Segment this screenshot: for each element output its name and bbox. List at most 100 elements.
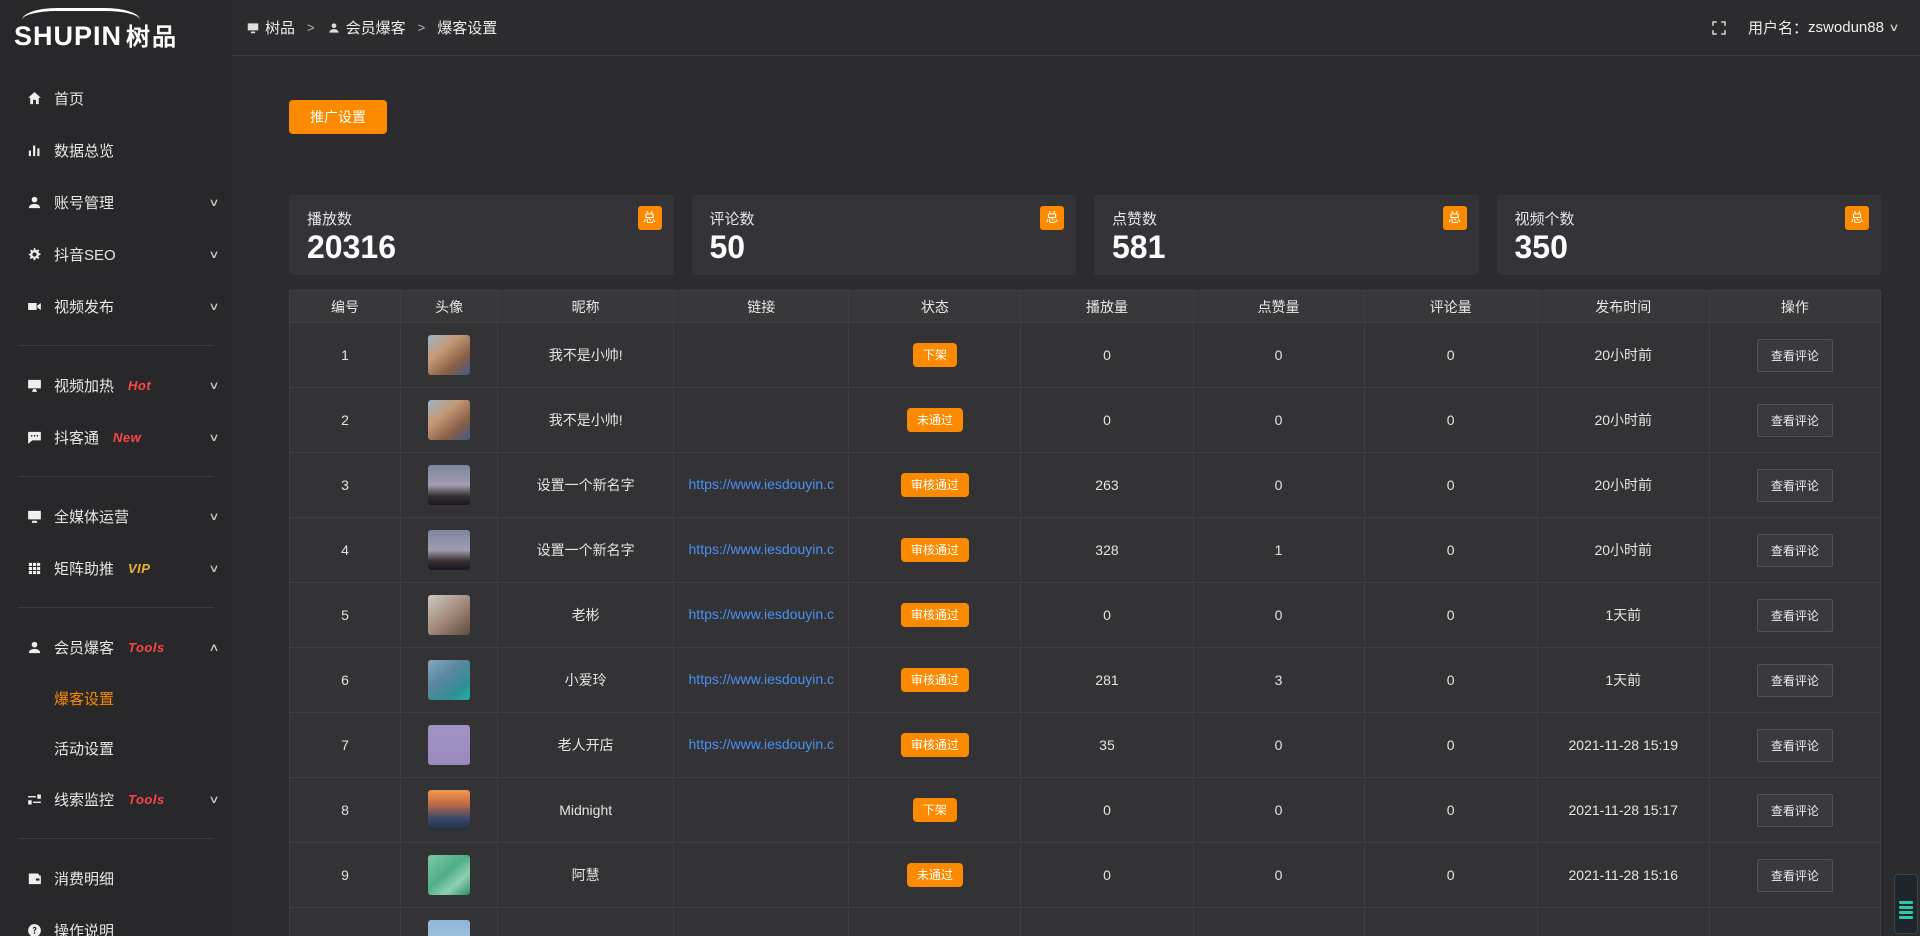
chat-bubble-icon bbox=[28, 431, 41, 443]
cell-comments: 0 bbox=[1364, 323, 1537, 388]
view-comments-button[interactable]: 查看评论 bbox=[1757, 404, 1833, 437]
chevron-icon: ∨ bbox=[208, 793, 219, 806]
cell-plays: 263 bbox=[1021, 453, 1193, 518]
view-comments-button[interactable]: 查看评论 bbox=[1757, 469, 1833, 502]
breadcrumb-item-member[interactable]: 会员爆客 bbox=[327, 17, 406, 38]
cell-comments: 0 bbox=[1364, 843, 1537, 908]
cell-no: 3 bbox=[290, 453, 401, 518]
sidebar-item[interactable]: 爆客设置 bbox=[0, 673, 232, 723]
cell-comments: 0 bbox=[1364, 583, 1537, 648]
view-comments-button[interactable]: 查看评论 bbox=[1757, 794, 1833, 827]
sidebar-item[interactable]: 会员爆客 Tools ∧ bbox=[0, 621, 232, 673]
sidebar-item[interactable]: 操作说明 bbox=[0, 904, 232, 936]
cell-status: 审核通过 bbox=[849, 583, 1021, 648]
cell-avatar bbox=[401, 323, 498, 388]
cell-avatar bbox=[401, 453, 498, 518]
table-row bbox=[290, 908, 1881, 936]
cell-likes: 0 bbox=[1193, 323, 1364, 388]
sidebar-item[interactable]: 数据总览 bbox=[0, 124, 232, 176]
cell-actions: 查看评论 bbox=[1709, 388, 1880, 453]
cell-link bbox=[674, 908, 849, 936]
video-link[interactable]: https://www.iesdouyin.c bbox=[689, 606, 835, 622]
user-menu[interactable]: 用户名： zswodun88 ∨ bbox=[1748, 17, 1898, 38]
sidebar-item[interactable]: 账号管理 ∨ bbox=[0, 176, 232, 228]
cell-plays: 281 bbox=[1021, 648, 1193, 713]
sidebar-item[interactable]: 活动设置 bbox=[0, 723, 232, 773]
sidebar-item[interactable] bbox=[18, 345, 214, 346]
sidebar-item[interactable]: 抖客通 New ∨ bbox=[0, 411, 232, 463]
sidebar-item[interactable] bbox=[18, 476, 214, 477]
cell-comments: 0 bbox=[1364, 518, 1537, 583]
video-link[interactable]: https://www.iesdouyin.c bbox=[689, 736, 835, 752]
cell-comments: 0 bbox=[1364, 388, 1537, 453]
cell-likes: 0 bbox=[1193, 713, 1364, 778]
avatar bbox=[428, 790, 470, 830]
cell-link bbox=[674, 843, 849, 908]
cell-status: 审核通过 bbox=[849, 713, 1021, 778]
cell-plays bbox=[1021, 908, 1193, 936]
stat-card-value: 50 bbox=[710, 230, 1059, 265]
view-comments-button[interactable]: 查看评论 bbox=[1757, 534, 1833, 567]
video-link[interactable]: https://www.iesdouyin.c bbox=[689, 541, 835, 557]
avatar bbox=[428, 920, 470, 936]
sidebar-item-label: 首页 bbox=[54, 88, 84, 109]
sidebar-item[interactable] bbox=[18, 838, 214, 839]
fullscreen-icon[interactable] bbox=[1710, 19, 1728, 37]
topbar: 树品 > 会员爆客 > 爆客设置 用户名： zswodun88 ∨ bbox=[232, 0, 1920, 56]
col-actions: 操作 bbox=[1709, 291, 1880, 323]
status-badge: 审核通过 bbox=[901, 603, 969, 627]
video-table-wrap: 编号 头像 昵称 链接 状态 播放量 点赞量 评论量 发布时间 操作 1 bbox=[289, 290, 1881, 936]
sidebar-item[interactable]: 抖音SEO ∨ bbox=[0, 228, 232, 280]
avatar bbox=[428, 400, 470, 440]
col-avatar: 头像 bbox=[401, 291, 498, 323]
view-comments-button[interactable]: 查看评论 bbox=[1757, 859, 1833, 892]
col-likes: 点赞量 bbox=[1193, 291, 1364, 323]
sidebar-item[interactable]: 视频发布 ∨ bbox=[0, 280, 232, 332]
sidebar-item-label: 线索监控 bbox=[54, 789, 114, 810]
chevron-icon: ∨ bbox=[208, 248, 219, 261]
sidebar-item[interactable]: 首页 bbox=[0, 72, 232, 124]
cell-status: 下架 bbox=[849, 323, 1021, 388]
cell-publish-time: 20小时前 bbox=[1537, 388, 1709, 453]
sidebar-item[interactable]: 视频加热 Hot ∨ bbox=[0, 359, 232, 411]
cell-likes: 0 bbox=[1193, 778, 1364, 843]
view-comments-button[interactable]: 查看评论 bbox=[1757, 339, 1833, 372]
view-comments-button[interactable]: 查看评论 bbox=[1757, 729, 1833, 762]
chevron-icon: ∨ bbox=[208, 379, 219, 392]
cell-nickname: 我不是小帅! bbox=[498, 388, 674, 453]
sidebar-item[interactable]: 消费明细 bbox=[0, 852, 232, 904]
sidebar-item[interactable]: 线索监控 Tools ∨ bbox=[0, 773, 232, 825]
avatar bbox=[428, 660, 470, 700]
video-link[interactable]: https://www.iesdouyin.c bbox=[689, 671, 835, 687]
sidebar-item-badge: New bbox=[113, 430, 141, 445]
breadcrumb-item-home[interactable]: 树品 bbox=[246, 17, 295, 38]
cell-actions bbox=[1709, 908, 1880, 936]
cell-nickname bbox=[498, 908, 674, 936]
logo-text-cn: 树品 bbox=[126, 24, 178, 51]
sidebar-item[interactable]: 全媒体运营 ∨ bbox=[0, 490, 232, 542]
promo-settings-button[interactable]: 推广设置 bbox=[289, 100, 387, 134]
sidebar-item-badge: Hot bbox=[128, 378, 151, 393]
cell-publish-time: 2021-11-28 15:19 bbox=[1537, 713, 1709, 778]
cell-avatar bbox=[401, 908, 498, 936]
view-comments-button[interactable]: 查看评论 bbox=[1757, 599, 1833, 632]
cell-likes: 0 bbox=[1193, 453, 1364, 518]
floating-widget[interactable] bbox=[1894, 874, 1918, 934]
col-no: 编号 bbox=[290, 291, 401, 323]
video-link[interactable]: https://www.iesdouyin.c bbox=[689, 476, 835, 492]
cell-comments bbox=[1364, 908, 1537, 936]
sidebar-item-label: 视频加热 bbox=[54, 375, 114, 396]
monitor-icon bbox=[28, 510, 41, 522]
sidebar-item[interactable]: 矩阵助推 VIP ∨ bbox=[0, 542, 232, 594]
col-link: 链接 bbox=[674, 291, 849, 323]
cell-plays: 328 bbox=[1021, 518, 1193, 583]
sidebar-item-label: 数据总览 bbox=[54, 140, 114, 161]
view-comments-button[interactable]: 查看评论 bbox=[1757, 664, 1833, 697]
sidebar-item[interactable] bbox=[18, 607, 214, 608]
cell-actions: 查看评论 bbox=[1709, 843, 1880, 908]
cell-plays: 0 bbox=[1021, 323, 1193, 388]
app-logo[interactable]: SHUPIN树品 bbox=[0, 0, 232, 58]
cell-link: https://www.iesdouyin.c bbox=[674, 583, 849, 648]
col-plays: 播放量 bbox=[1021, 291, 1193, 323]
user-icon bbox=[327, 21, 341, 35]
